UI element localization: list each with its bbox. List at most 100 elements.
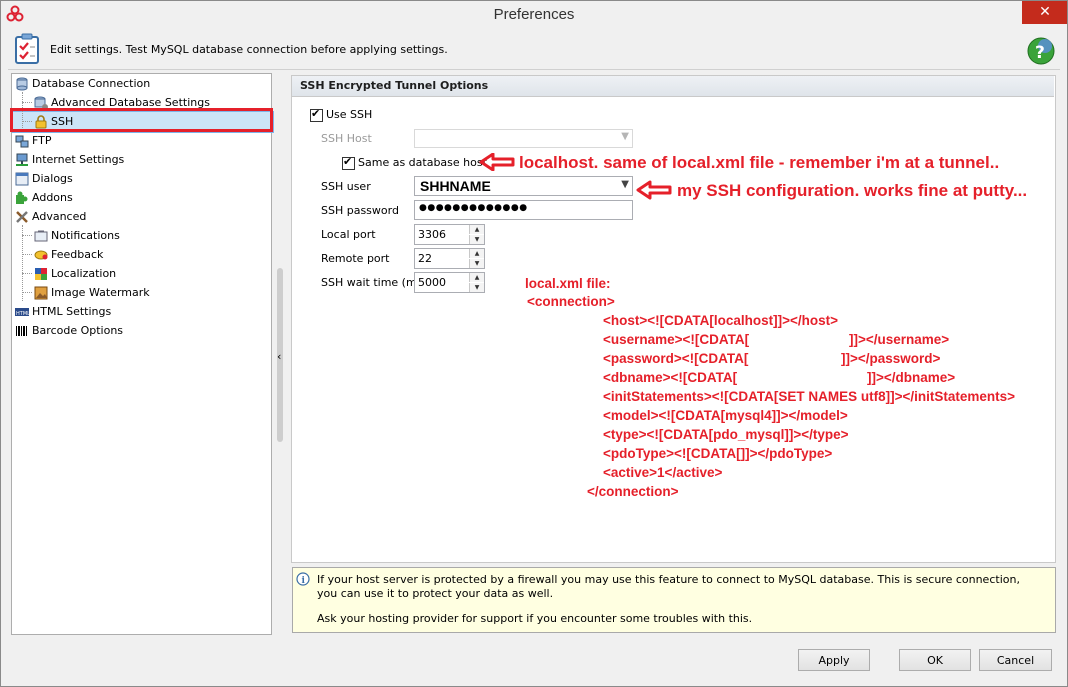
annotation-host-note: localhost. same of local.xml file - reme… — [519, 153, 1000, 172]
xml-line: ]]></password> — [841, 351, 941, 366]
xml-line: <connection> — [527, 294, 615, 309]
xml-line: <model><![CDATA[mysql4]]></model> — [603, 408, 848, 423]
ssh-user-value: SHHNAME — [420, 178, 491, 194]
redacted-value — [753, 333, 849, 348]
spin-up-icon[interactable]: ▲ — [469, 249, 484, 258]
ssh-password-value: ●●●●●●●●●●●●● — [419, 203, 528, 213]
svg-text:?: ? — [1035, 43, 1045, 63]
tree-item-localization[interactable]: Localization — [12, 265, 271, 283]
tree-item-label: Addons — [32, 191, 73, 204]
help-icon[interactable]: ? — [1026, 36, 1056, 66]
ssh-options-title: SSH Encrypted Tunnel Options — [300, 79, 489, 92]
xml-line: <pdoType><![CDATA[]]></pdoType> — [603, 446, 833, 461]
info-text: If your host server is protected by a fi… — [317, 573, 1020, 600]
database-icon — [15, 77, 29, 91]
ssh-password-label: SSH password — [321, 204, 399, 217]
xml-line: <dbname><![CDATA[ — [603, 370, 738, 385]
tree-item-image-watermark[interactable]: Image Watermark — [12, 284, 271, 302]
annotation-user-note: my SSH configuration. works fine at putt… — [677, 181, 1028, 200]
ssh-host-dropdown[interactable]: ▼ — [414, 129, 633, 148]
tree-item-barcode-options[interactable]: Barcode Options — [12, 322, 271, 340]
xml-line: <type><![CDATA[pdo_mysql]]></type> — [603, 427, 849, 442]
tree-item-label: Image Watermark — [51, 286, 150, 299]
barcode-icon — [15, 324, 29, 338]
xml-line: <username><![CDATA[ — [603, 332, 750, 347]
collapse-arrow-icon[interactable]: ‹ — [277, 350, 281, 363]
tree-item-label: FTP — [32, 134, 52, 147]
xml-line: <password><![CDATA[ — [603, 351, 749, 366]
tree-item-database-connection[interactable]: Database Connection — [12, 75, 271, 93]
tree-item-label: Internet Settings — [32, 153, 125, 166]
xml-line: </connection> — [587, 484, 679, 499]
image-icon — [34, 286, 48, 300]
tools-icon — [15, 210, 29, 224]
xml-line: <initStatements><![CDATA[SET NAMES utf8]… — [603, 389, 1016, 404]
svg-text:HTML: HTML — [16, 311, 29, 317]
tree-item-notifications[interactable]: Notifications — [12, 227, 271, 245]
tree-item-label: Feedback — [51, 248, 104, 261]
remote-port-value: 22 — [418, 252, 432, 265]
tree-item-internet-settings[interactable]: Internet Settings — [12, 151, 271, 169]
spin-down-icon[interactable]: ▼ — [469, 283, 484, 292]
tree-item-feedback[interactable]: Feedback — [12, 246, 271, 264]
tree-item-addons[interactable]: Addons — [12, 189, 271, 207]
tree-item-dialogs[interactable]: Dialogs — [12, 170, 271, 188]
tree-item-html-settings[interactable]: HTML HTML Settings — [12, 303, 271, 321]
chevron-down-icon: ▼ — [621, 179, 629, 190]
local-port-stepper[interactable]: 3306 ▲ ▼ — [414, 224, 485, 245]
use-ssh-checkbox[interactable] — [310, 107, 323, 122]
local-port-label: Local port — [321, 228, 376, 241]
network-icon — [15, 153, 29, 167]
chevron-down-icon: ▼ — [621, 131, 629, 142]
redacted-value — [754, 352, 841, 367]
spin-up-icon[interactable]: ▲ — [469, 225, 484, 234]
tree-item-ftp[interactable]: FTP — [12, 132, 271, 150]
feedback-icon — [34, 248, 48, 262]
ftp-icon — [15, 134, 29, 148]
tree-item-label: Localization — [51, 267, 117, 280]
tree-item-label: Dialogs — [32, 172, 73, 185]
xml-line: ]]></username> — [849, 332, 950, 347]
bell-icon — [34, 229, 48, 243]
tree-item-label: Database Connection — [32, 77, 151, 90]
local-port-value: 3306 — [418, 228, 446, 241]
spin-up-icon[interactable]: ▲ — [469, 273, 484, 282]
tree-items: Database Connection Advanced Database Se… — [12, 74, 271, 634]
spin-down-icon[interactable]: ▼ — [469, 235, 484, 244]
redacted-value — [745, 371, 867, 386]
ssh-wait-time-label: SSH wait time (ms) — [321, 276, 427, 289]
apply-button[interactable]: Apply — [798, 649, 870, 671]
puzzle-icon — [15, 191, 29, 205]
tree-item-label: Barcode Options — [32, 324, 124, 337]
cancel-button[interactable]: Cancel — [979, 649, 1052, 671]
ssh-user-dropdown[interactable]: SHHNAME ▼ — [414, 176, 633, 196]
xml-line: <host><![CDATA[localhost]]></host> — [603, 313, 839, 328]
same-as-db-host-checkbox[interactable] — [342, 155, 355, 170]
ssh-password-field[interactable]: ●●●●●●●●●●●●● — [414, 200, 633, 220]
tree-item-label: Advanced — [32, 210, 87, 223]
ok-button[interactable]: OK — [899, 649, 971, 671]
xml-line: <active>1</active> — [603, 465, 723, 480]
header-divider — [8, 69, 1060, 70]
spin-down-icon[interactable]: ▼ — [469, 259, 484, 268]
ssh-host-label: SSH Host — [321, 132, 372, 145]
annotation-arrow-icon — [479, 152, 515, 174]
annotation-highlight-box — [10, 108, 273, 132]
info-icon: i — [296, 572, 310, 586]
ssh-user-label: SSH user — [321, 180, 371, 193]
use-ssh-label: Use SSH — [326, 108, 373, 121]
xml-heading: local.xml file: — [525, 276, 611, 291]
flags-icon — [34, 267, 48, 281]
settings-checklist-icon — [14, 33, 42, 65]
close-button[interactable]: ✕ — [1022, 0, 1068, 24]
dialog-icon — [15, 172, 29, 186]
remote-port-label: Remote port — [321, 252, 390, 265]
ssh-wait-time-value: 5000 — [418, 276, 446, 289]
window-title: Preferences — [493, 6, 575, 23]
remote-port-stepper[interactable]: 22 ▲ ▼ — [414, 248, 485, 269]
xml-line: ]]></dbname> — [867, 370, 956, 385]
tree-item-advanced[interactable]: Advanced — [12, 208, 271, 226]
same-as-db-host-label: Same as database host — [358, 156, 487, 169]
ssh-wait-time-stepper[interactable]: 5000 ▲ ▼ — [414, 272, 485, 293]
info-text: Ask your hosting provider for support if… — [317, 612, 753, 625]
